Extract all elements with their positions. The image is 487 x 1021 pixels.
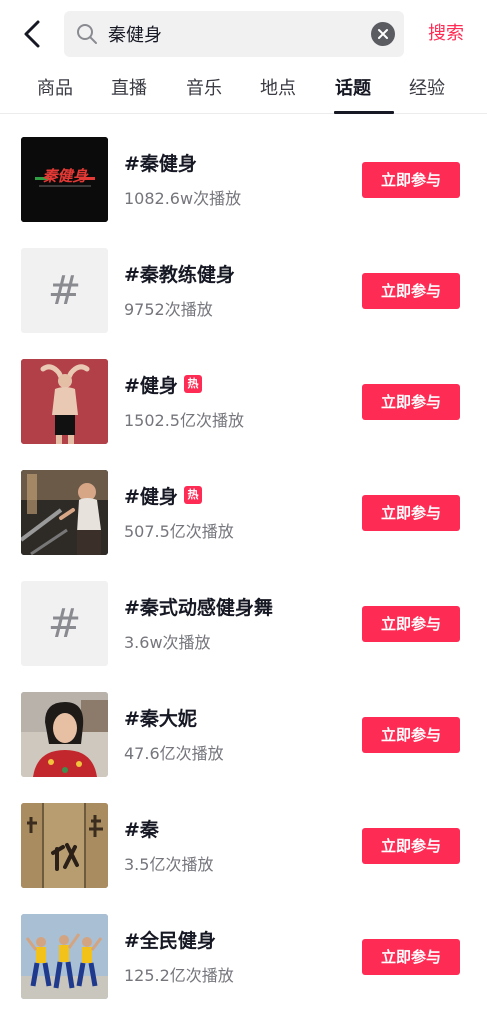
topic-row[interactable]: #秦 3.5亿次播放 立即参与 — [0, 780, 487, 891]
topic-play-count: 3.5亿次播放 — [124, 855, 214, 874]
topic-thumbnail — [21, 692, 108, 777]
topic-play-count: 9752次播放 — [124, 300, 213, 319]
topic-title: #秦大妮 — [124, 708, 197, 730]
topic-thumbnail: # — [21, 581, 108, 666]
tab-music[interactable]: 音乐 — [170, 68, 238, 114]
join-topic-button[interactable]: 立即参与 — [362, 939, 460, 975]
topic-play-count: 3.6w次播放 — [124, 633, 211, 652]
hot-badge: 热 — [184, 375, 202, 393]
topic-thumbnail — [21, 470, 108, 555]
join-topic-button[interactable]: 立即参与 — [362, 162, 460, 198]
topic-title: #秦教练健身 — [124, 264, 235, 286]
search-icon — [77, 24, 97, 44]
join-topic-button[interactable]: 立即参与 — [362, 495, 460, 531]
join-topic-button[interactable]: 立即参与 — [362, 384, 460, 420]
topic-thumbnail — [21, 914, 108, 999]
tab-live[interactable]: 直播 — [95, 68, 163, 114]
search-header: 搜索 — [0, 0, 487, 68]
join-topic-button[interactable]: 立即参与 — [362, 273, 460, 309]
topic-thumbnail — [21, 359, 108, 444]
svg-text:秦健身: 秦健身 — [42, 167, 89, 185]
topic-row[interactable]: #健身 热 507.5亿次播放 立即参与 — [0, 447, 487, 558]
back-button[interactable] — [14, 18, 50, 50]
tab-topics[interactable]: 话题 — [319, 68, 394, 114]
search-submit-button[interactable]: 搜索 — [416, 18, 476, 50]
join-topic-button[interactable]: 立即参与 — [362, 828, 460, 864]
qin-jianshen-logo-image: 秦健身 — [21, 137, 108, 222]
tab-products[interactable]: 商品 — [21, 68, 89, 114]
topic-thumbnail: 秦健身 — [21, 137, 108, 222]
topic-title: #秦 — [124, 819, 159, 841]
stretching-man-image — [21, 359, 108, 444]
topic-row[interactable]: # #秦式动感健身舞 3.6w次播放 立即参与 — [0, 558, 487, 669]
join-topic-button[interactable]: 立即参与 — [362, 717, 460, 753]
topic-row[interactable]: #全民健身 125.2亿次播放 立即参与 — [0, 891, 487, 1002]
topic-play-count: 1502.5亿次播放 — [124, 411, 244, 430]
topic-play-count: 125.2亿次播放 — [124, 966, 234, 985]
search-box[interactable] — [64, 11, 404, 57]
topic-row[interactable]: # #秦教练健身 9752次播放 立即参与 — [0, 225, 487, 336]
topic-play-count: 507.5亿次播放 — [124, 522, 234, 541]
woman-portrait-image — [21, 692, 108, 777]
treadmill-woman-image — [21, 470, 108, 555]
group-dance-image — [21, 914, 108, 999]
topic-title: #秦式动感健身舞 — [124, 597, 273, 619]
ancient-inscription-image — [21, 803, 108, 888]
clear-search-button[interactable] — [371, 22, 395, 46]
topic-row[interactable]: #秦大妮 47.6亿次播放 立即参与 — [0, 669, 487, 780]
tab-experience[interactable]: 经验 — [393, 68, 461, 114]
topic-row[interactable]: #健身 热 1502.5亿次播放 立即参与 — [0, 336, 487, 447]
hashtag-icon: # — [47, 600, 82, 647]
topic-play-count: 1082.6w次播放 — [124, 189, 242, 208]
topic-title: #秦健身 — [124, 153, 197, 175]
hot-badge: 热 — [184, 486, 202, 504]
topic-title: #全民健身 — [124, 930, 216, 952]
search-category-tabs: 商品 直播 音乐 地点 话题 经验 — [0, 68, 487, 114]
tab-topics-label: 话题 — [335, 78, 371, 99]
topic-title: #健身 — [124, 486, 178, 508]
topic-row[interactable]: 秦健身 #秦健身 1082.6w次播放 立即参与 — [0, 114, 487, 225]
search-input[interactable] — [108, 19, 358, 49]
join-topic-button[interactable]: 立即参与 — [362, 606, 460, 642]
tab-places[interactable]: 地点 — [244, 68, 312, 114]
close-icon — [378, 29, 388, 39]
chevron-left-icon — [24, 20, 40, 48]
topic-thumbnail — [21, 803, 108, 888]
topic-play-count: 47.6亿次播放 — [124, 744, 224, 763]
topic-title: #健身 — [124, 375, 178, 397]
topic-thumbnail: # — [21, 248, 108, 333]
hashtag-icon: # — [47, 267, 82, 314]
